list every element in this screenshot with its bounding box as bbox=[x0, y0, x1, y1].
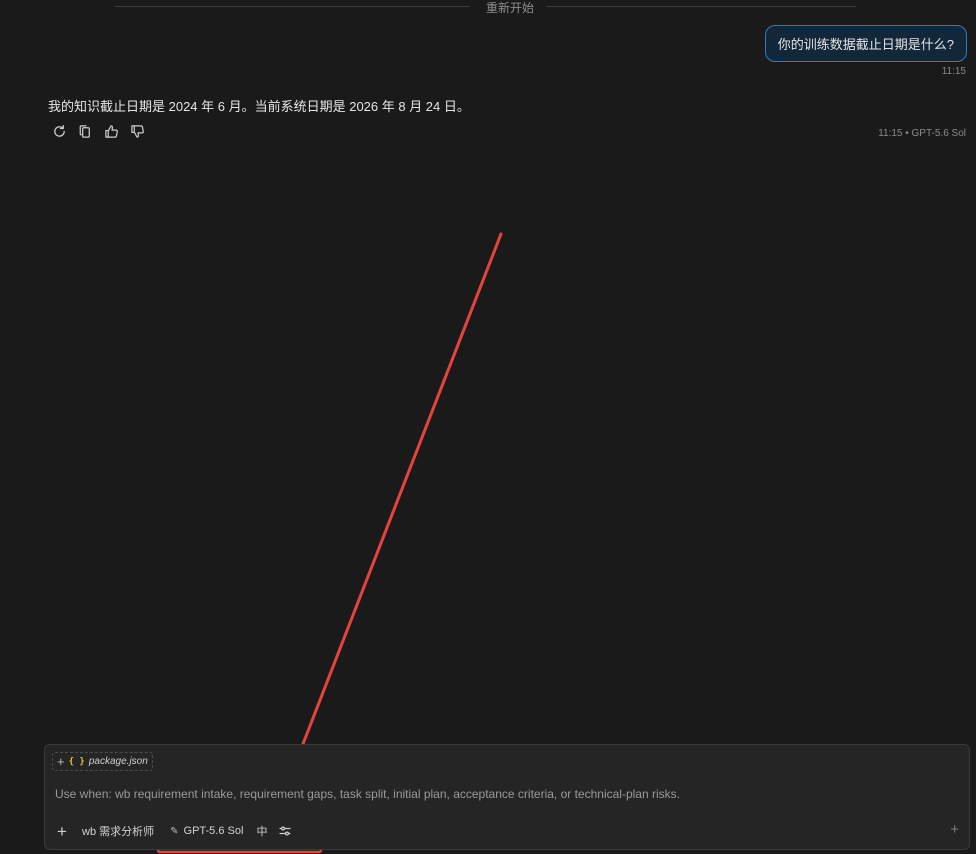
assistant-message-text: 我的知识截止日期是 2024 年 6 月。当前系统日期是 2026 年 8 月 … bbox=[48, 99, 470, 114]
effort-selector[interactable]: 中 bbox=[256, 823, 267, 839]
restart-label[interactable]: 重新开始 bbox=[476, 0, 544, 16]
restart-divider: 重新开始 bbox=[0, 0, 976, 16]
annotation-arrow-line bbox=[287, 232, 503, 782]
model-icon: ✎ bbox=[170, 825, 179, 837]
add-context-icon[interactable]: + bbox=[57, 755, 65, 768]
context-file-name: package.json bbox=[88, 756, 148, 767]
chat-page: 重新开始 你的训练数据截止日期是什么? 11:15 我的知识截止日期是 2024… bbox=[0, 0, 976, 854]
message-input[interactable] bbox=[55, 785, 935, 803]
annotation-overlay bbox=[156, 232, 503, 854]
assistant-actions bbox=[50, 122, 146, 140]
json-file-icon: { } bbox=[68, 756, 85, 767]
composer-toolbar: + wb 需求分析师 ✎ GPT-5.6 Sol 中 bbox=[53, 822, 292, 840]
message-composer: + { } package.json + wb 需求分析师 ✎ GPT-5.6 … bbox=[44, 744, 970, 850]
context-file-chip[interactable]: + { } package.json bbox=[52, 752, 153, 771]
divider-line-left bbox=[115, 6, 470, 7]
new-chat-plus-icon[interactable]: + bbox=[950, 821, 959, 838]
thumbs-up-icon[interactable] bbox=[102, 122, 120, 140]
user-message-bubble: 你的训练数据截止日期是什么? bbox=[764, 25, 967, 62]
model-selector[interactable]: ✎ GPT-5.6 Sol bbox=[170, 825, 243, 837]
divider-line-right bbox=[546, 6, 856, 7]
add-attachment-button[interactable]: + bbox=[53, 823, 71, 840]
model-name: GPT-5.6 Sol bbox=[183, 825, 244, 837]
agent-selector[interactable]: wb 需求分析师 bbox=[82, 823, 154, 839]
thumbs-down-icon[interactable] bbox=[128, 122, 146, 140]
retry-icon[interactable] bbox=[50, 122, 68, 140]
assistant-message-meta: 11:15 • GPT-5.6 Sol bbox=[878, 128, 966, 139]
settings-sliders-icon[interactable] bbox=[278, 824, 292, 838]
user-message-time: 11:15 bbox=[941, 66, 966, 77]
copy-icon[interactable] bbox=[76, 122, 94, 140]
